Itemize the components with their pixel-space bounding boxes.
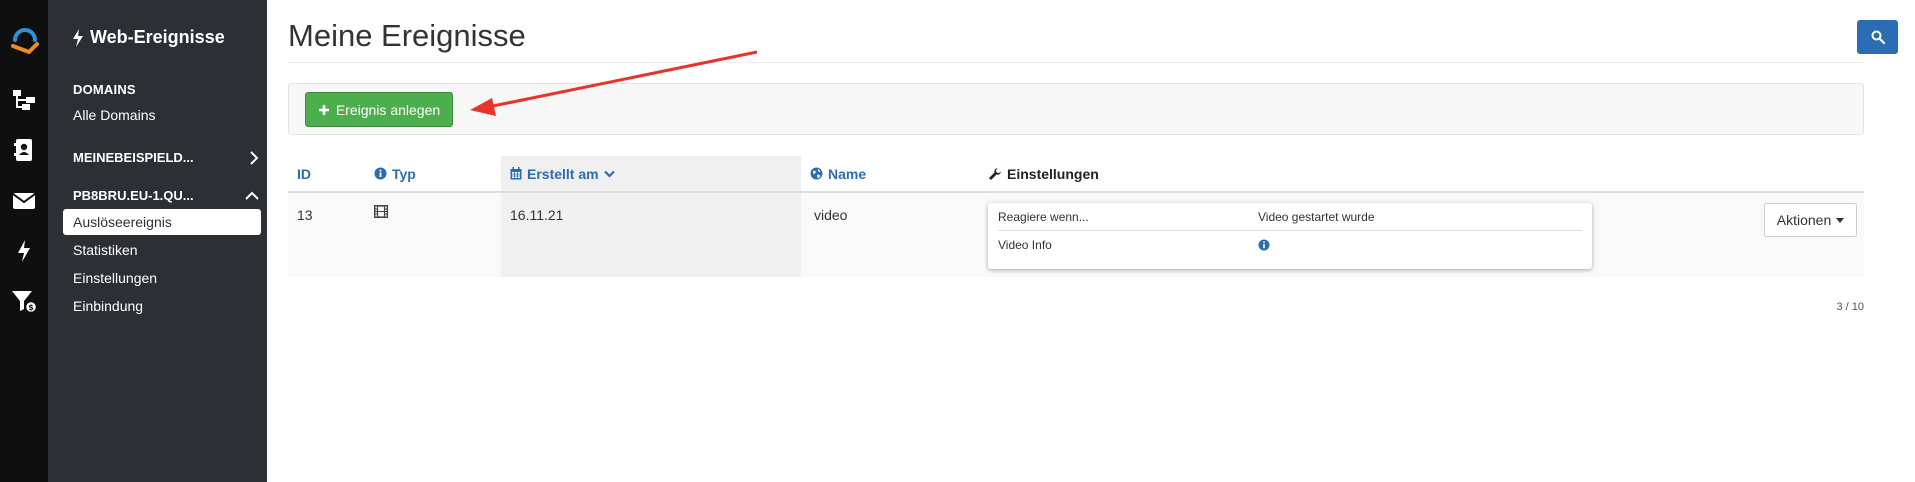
actions-label: Aktionen [1776,212,1832,228]
pagination-info: 3 / 10 [1836,301,1864,313]
sidebar-title-label: Web-Ereignisse [90,27,225,47]
info-circle-icon[interactable] [1258,239,1270,251]
info-circle-icon [374,167,387,180]
envelope-icon[interactable] [11,188,37,214]
events-table: ID Typ Erstellt am Name Einstellungen 13… [288,156,1864,277]
column-type-label: Typ [392,165,416,182]
search-icon [1871,30,1885,44]
settings-key: Reagiere wenn... [998,209,1089,224]
plus-icon [318,104,329,115]
column-created[interactable]: Erstellt am [501,156,801,191]
globe-icon [810,167,823,180]
sidebar-title: Web-Ereignisse [72,27,225,48]
row-name: video [814,207,848,223]
column-name-label: Name [828,165,867,182]
column-id-label: ID [297,165,311,182]
domain-group-2-label: PB8BRU.EU-1.QU... [73,188,194,203]
column-name[interactable]: Name [810,156,866,191]
table-row: 13 16.11.21 video Reagiere wenn... Video… [288,193,1864,277]
search-button[interactable] [1857,20,1898,54]
actions-dropdown-button[interactable]: Aktionen [1764,203,1857,237]
settings-row: Video Info [998,231,1582,259]
column-created-label: Erstellt am [527,165,599,182]
icon-rail: $ [0,0,48,482]
page-title: Meine Ereignisse [288,18,526,53]
toolbar: Ereignis anlegen [288,83,1864,135]
workflow-icon[interactable] [11,87,37,113]
title-divider [288,62,1864,63]
caret-down-icon [1836,217,1845,223]
domain-group-1-label: MEINEBEISPIELD... [73,150,194,165]
filter-dollar-icon[interactable]: $ [11,288,37,314]
film-icon [373,204,389,221]
calendar-icon [510,167,522,180]
create-event-button[interactable]: Ereignis anlegen [305,92,453,127]
column-settings: Einstellungen [988,156,1099,191]
column-type[interactable]: Typ [374,156,416,191]
sidebar-item-statistiken[interactable]: Statistiken [73,242,138,258]
settings-key: Video Info [998,238,1052,252]
bolt-icon[interactable] [11,238,37,264]
domain-group-1[interactable]: MEINEBEISPIELD... [73,150,259,165]
table-header: ID Typ Erstellt am Name Einstellungen [288,156,1864,193]
sidebar: Web-Ereignisse DOMAINS Alle Domains MEIN… [48,0,267,482]
create-event-label: Ereignis anlegen [335,101,441,118]
sidebar-item-ausloeseereignis[interactable]: Auslöseereignis [63,209,261,235]
row-created: 16.11.21 [510,207,564,223]
all-domains-link[interactable]: Alle Domains [73,107,155,123]
chevron-right-icon [250,150,259,165]
domain-group-2[interactable]: PB8BRU.EU-1.QU... [73,188,259,203]
column-id[interactable]: ID [297,156,311,191]
app-logo-icon[interactable] [9,22,41,54]
column-settings-label: Einstellungen [1007,165,1099,182]
sidebar-item-einstellungen[interactable]: Einstellungen [73,270,157,286]
settings-row: Reagiere wenn... Video gestartet wurde [998,203,1582,231]
sidebar-item-einbindung[interactable]: Einbindung [73,298,143,314]
settings-card: Reagiere wenn... Video gestartet wurde V… [988,203,1592,269]
row-id: 13 [297,207,313,223]
settings-value: Video gestartet wurde [1258,209,1375,224]
chevron-down-icon [603,170,615,178]
sorted-column-cell [501,193,801,277]
bolt-icon [73,28,83,47]
domains-heading: DOMAINS [73,82,136,97]
svg-text:$: $ [28,303,34,312]
chevron-up-icon [245,191,259,200]
contact-card-icon[interactable] [11,137,37,163]
wrench-icon [989,167,1001,180]
